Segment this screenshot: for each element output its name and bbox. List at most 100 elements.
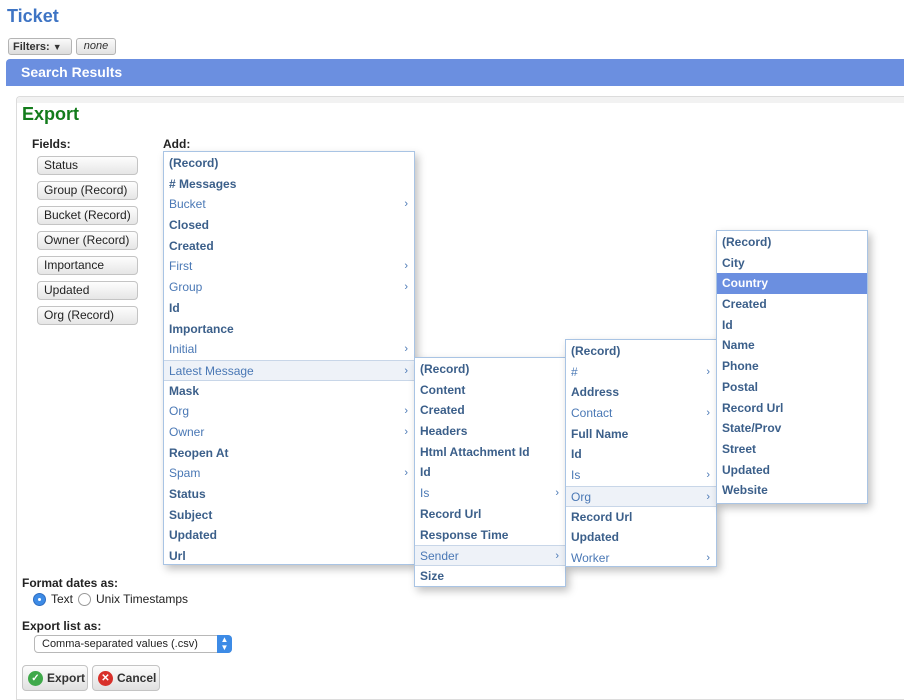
date-format-unix-radio[interactable]	[78, 593, 91, 606]
menu-item-label: Record Url	[722, 400, 784, 415]
menu-item-label: Importance	[169, 321, 234, 336]
menu-item[interactable]: (Record)	[415, 359, 565, 380]
menu-item[interactable]: Country	[717, 273, 867, 295]
menu-item-label: Is	[571, 468, 581, 483]
menu-item[interactable]: Updated	[566, 527, 716, 548]
menu-item[interactable]: Mask	[164, 381, 414, 402]
menu-item[interactable]: Website	[717, 480, 867, 501]
menu-item[interactable]: Id	[164, 298, 414, 319]
menu-item[interactable]: Content	[415, 380, 565, 401]
menu-item[interactable]: Sender ›	[415, 545, 565, 566]
menu-item[interactable]: Group ›	[164, 277, 414, 298]
export-button-label: Export	[47, 671, 86, 685]
menu-item[interactable]: State/Prov	[717, 418, 867, 439]
menu-item[interactable]: First ›	[164, 256, 414, 277]
menu-item[interactable]: Name	[717, 335, 867, 356]
menu-item[interactable]: # Messages	[164, 174, 414, 195]
filters-dropdown[interactable]: Filters: ▼	[8, 38, 72, 55]
menu-item[interactable]: Updated	[164, 525, 414, 546]
menu-item-label: (Record)	[169, 156, 219, 170]
menu-item[interactable]: Created	[164, 236, 414, 257]
menu-item[interactable]: Contact ›	[566, 403, 716, 424]
cancel-button[interactable]: ✕ Cancel	[92, 665, 160, 691]
menu-item-label: Updated	[722, 462, 770, 477]
chevron-right-icon: ›	[555, 550, 559, 563]
menu-item[interactable]: Owner ›	[164, 422, 414, 443]
menu-item-label: Spam	[169, 466, 201, 481]
chevron-down-icon: ▼	[52, 42, 62, 52]
menu-item-label: Org	[169, 404, 190, 419]
cancel-button-label: Cancel	[117, 671, 157, 685]
menu-item[interactable]: Headers	[415, 421, 565, 442]
menu-item-label: Content	[420, 382, 466, 397]
menu-item[interactable]: (Record)	[566, 341, 716, 362]
menu-item[interactable]: Id	[717, 315, 867, 336]
export-list-label: Export list as:	[22, 619, 102, 633]
menu-item[interactable]: Initial ›	[164, 339, 414, 360]
menu-item[interactable]: Size	[415, 566, 565, 587]
menu-item[interactable]: Is ›	[566, 465, 716, 486]
menu-item[interactable]: (Record)	[717, 232, 867, 253]
date-format-text-radio[interactable]	[33, 593, 46, 606]
filters-value-button[interactable]: none	[76, 38, 116, 55]
menu-item[interactable]: Is ›	[415, 483, 565, 504]
add-label: Add:	[163, 137, 191, 151]
menu-item[interactable]: Id	[566, 444, 716, 465]
chevron-right-icon: ›	[404, 281, 408, 294]
menu-item[interactable]: Updated	[717, 460, 867, 481]
export-title: Export	[22, 104, 80, 124]
menu-item-label: Headers	[420, 424, 468, 439]
field-button[interactable]: Bucket (Record)	[37, 206, 138, 225]
menu-item-label: First	[169, 259, 193, 274]
menu-item[interactable]: Latest Message ›	[164, 359, 414, 381]
menu-item[interactable]: Record Url	[415, 504, 565, 525]
menu-item-label: State/Prov	[722, 421, 782, 436]
menu-item-label: (Record)	[571, 344, 621, 358]
menu-item[interactable]: # ›	[566, 362, 716, 383]
menu-item[interactable]: Street	[717, 439, 867, 460]
field-button[interactable]: Group (Record)	[37, 181, 138, 200]
menu-item-label: Response Time	[420, 527, 509, 542]
menu-item[interactable]: Importance	[164, 319, 414, 340]
menu-item-label: Initial	[169, 342, 198, 357]
menu-item[interactable]: Closed	[164, 215, 414, 236]
menu-item[interactable]: Address	[566, 382, 716, 403]
menu-item[interactable]: Id	[415, 462, 565, 483]
menu-item[interactable]: Bucket ›	[164, 194, 414, 215]
menu-item-label: Address	[571, 385, 620, 400]
menu-item[interactable]: Record Url	[717, 398, 867, 419]
field-button[interactable]: Owner (Record)	[37, 231, 138, 250]
sender-submenu: (Record) # › Address Contact › Full Name Id Is › O…	[565, 339, 717, 567]
field-button[interactable]: Importance	[37, 256, 138, 275]
menu-item-label: (Record)	[722, 235, 772, 249]
menu-item[interactable]: Record Url	[566, 507, 716, 528]
field-button[interactable]: Org (Record)	[37, 306, 138, 325]
menu-item-label: Owner	[169, 424, 205, 439]
export-button[interactable]: ✓ Export	[22, 665, 88, 691]
menu-item[interactable]: Created	[717, 294, 867, 315]
menu-item[interactable]: Full Name	[566, 424, 716, 445]
export-format-select[interactable]: Comma-separated values (.csv) ▲ ▼	[34, 635, 232, 653]
menu-item-label: Country	[722, 276, 768, 291]
menu-item-label: Group	[169, 280, 203, 295]
menu-item[interactable]: Spam ›	[164, 463, 414, 484]
menu-item[interactable]: (Record)	[164, 153, 414, 174]
menu-item[interactable]: Subject	[164, 505, 414, 526]
menu-item[interactable]: Org ›	[164, 401, 414, 422]
menu-item[interactable]: Html Attachment Id	[415, 442, 565, 463]
menu-item[interactable]: Org ›	[566, 485, 716, 507]
chevron-right-icon: ›	[706, 469, 710, 482]
menu-item[interactable]: Phone	[717, 356, 867, 377]
menu-item[interactable]: Response Time	[415, 525, 565, 546]
field-button[interactable]: Status	[37, 156, 138, 175]
search-results-header[interactable]: Search Results	[6, 59, 904, 86]
field-button[interactable]: Updated	[37, 281, 138, 300]
menu-item[interactable]: Created	[415, 400, 565, 421]
menu-item[interactable]: Worker ›	[566, 548, 716, 569]
menu-item[interactable]: Url	[164, 546, 414, 567]
menu-item[interactable]: Status	[164, 484, 414, 505]
menu-item[interactable]: City	[717, 253, 867, 274]
menu-item-label: Worker	[571, 550, 610, 565]
menu-item[interactable]: Postal	[717, 377, 867, 398]
menu-item[interactable]: Reopen At	[164, 443, 414, 464]
